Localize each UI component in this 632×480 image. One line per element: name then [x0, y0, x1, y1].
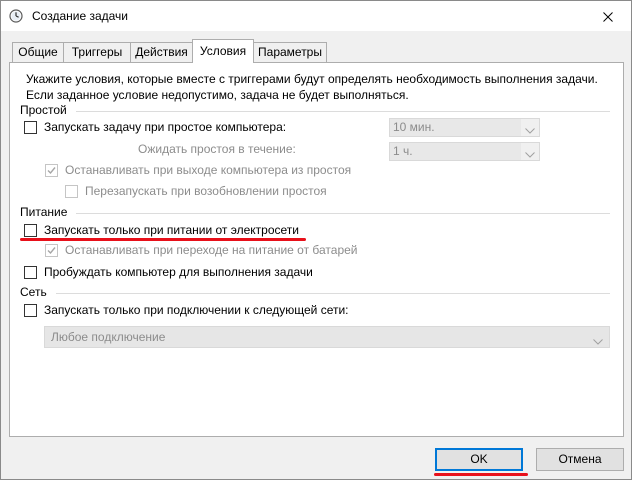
chevron-down-icon	[593, 334, 603, 348]
network-connection-value: Любое подключение	[45, 327, 609, 347]
power-section-divider	[76, 213, 610, 214]
close-icon	[603, 11, 613, 25]
network-connection-combo[interactable]: Любое подключение	[44, 326, 610, 348]
close-button[interactable]	[585, 1, 631, 31]
title-bar: Создание задачи	[1, 1, 631, 31]
restart-on-idle-label[interactable]: Перезапускать при возобновлении простоя	[85, 184, 327, 198]
idle-duration-value: 10 мин.	[390, 119, 521, 136]
idle-section-heading: Простой	[20, 103, 67, 117]
stop-on-battery-checkbox[interactable]	[45, 244, 58, 257]
tab-actions[interactable]: Действия	[130, 42, 193, 62]
checkmark-icon	[47, 167, 56, 175]
idle-section-divider	[76, 111, 610, 112]
wake-to-run-checkbox[interactable]	[24, 266, 37, 279]
network-only-checkbox[interactable]	[24, 304, 37, 317]
tab-settings[interactable]: Параметры	[253, 42, 327, 62]
ok-button[interactable]: OK	[435, 448, 523, 471]
tab-general[interactable]: Общие	[12, 42, 64, 62]
dialog-window: Создание задачи Общие Триггеры Действия …	[0, 0, 632, 480]
intro-text-line1: Укажите условия, которые вместе с тригге…	[26, 72, 598, 86]
network-only-label[interactable]: Запускать только при подключении к следу…	[44, 303, 349, 317]
network-section-heading: Сеть	[20, 285, 47, 299]
chevron-down-icon	[525, 147, 535, 161]
start-on-idle-checkbox[interactable]	[24, 121, 37, 134]
clock-icon	[9, 9, 23, 23]
idle-duration-combo[interactable]: 10 мин.	[389, 118, 540, 137]
stop-on-resume-checkbox[interactable]	[45, 164, 58, 177]
wake-to-run-label[interactable]: Пробуждать компьютер для выполнения зада…	[44, 265, 313, 279]
annotation-underline	[434, 473, 528, 476]
conditions-panel: Укажите условия, которые вместе с тригге…	[9, 62, 624, 437]
ac-power-only-checkbox[interactable]	[24, 224, 37, 237]
power-section-heading: Питание	[20, 205, 68, 219]
restart-on-idle-checkbox[interactable]	[65, 185, 78, 198]
intro-text-line2: Если заданное условие недопустимо, задач…	[26, 88, 409, 102]
tab-triggers[interactable]: Триггеры	[63, 42, 131, 62]
window-title: Создание задачи	[32, 9, 128, 23]
stop-on-battery-label[interactable]: Останавливать при переходе на питание от…	[65, 243, 358, 257]
tab-conditions[interactable]: Условия	[192, 39, 254, 63]
start-on-idle-label[interactable]: Запускать задачу при простое компьютера:	[44, 120, 286, 134]
annotation-underline	[20, 238, 306, 241]
checkmark-icon	[47, 247, 56, 255]
chevron-down-icon	[525, 123, 535, 137]
wait-timeout-value: 1 ч.	[390, 143, 521, 160]
wait-for-idle-label: Ожидать простоя в течение:	[138, 142, 296, 156]
stop-on-resume-label[interactable]: Останавливать при выходе компьютера из п…	[65, 163, 351, 177]
ac-power-only-label[interactable]: Запускать только при питании от электрос…	[44, 223, 299, 237]
wait-timeout-combo[interactable]: 1 ч.	[389, 142, 540, 161]
network-section-divider	[56, 293, 610, 294]
cancel-button[interactable]: Отмена	[536, 448, 624, 471]
